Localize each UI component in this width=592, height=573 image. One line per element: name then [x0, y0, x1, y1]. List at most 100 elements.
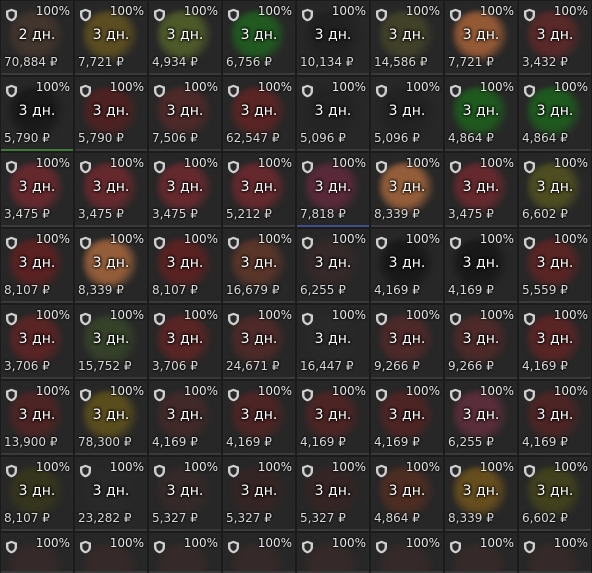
inventory-slot[interactable]: 100% — [75, 533, 147, 573]
inventory-slot[interactable]: 100% 3 дн. 8,339 ₽ — [371, 153, 443, 227]
currency-symbol: ₽ — [123, 511, 132, 525]
currency-symbol: ₽ — [560, 359, 568, 373]
inventory-slot[interactable]: 100% 3 дн. 9,266 ₽ — [371, 305, 443, 379]
inventory-slot[interactable]: 100% 3 дн. 3,432 ₽ — [519, 1, 591, 75]
inventory-slot[interactable]: 100% 3 дн. 5,327 ₽ — [297, 457, 369, 531]
inventory-slot[interactable]: 100% 3 дн. 4,864 ₽ — [371, 457, 443, 531]
item-price: 8,339 ₽ — [448, 511, 494, 525]
inventory-slot[interactable]: 100% 3 дн. 7,818 ₽ — [297, 153, 369, 227]
inventory-slot[interactable]: 100% 3 дн. 4,169 ₽ — [445, 229, 517, 303]
price-value: 62,547 — [226, 131, 268, 145]
inventory-slot[interactable]: 100% 3 дн. 5,096 ₽ — [297, 77, 369, 151]
durability-percent: 100% — [257, 536, 292, 550]
inventory-slot[interactable]: 100% — [149, 533, 221, 573]
inventory-slot[interactable]: 100% 3 дн. 16,679 ₽ — [223, 229, 295, 303]
shield-icon — [79, 311, 92, 326]
shield-icon — [5, 235, 18, 250]
rental-duration: 3 дн. — [18, 103, 56, 119]
inventory-slot[interactable]: 100% 3 дн. 4,934 ₽ — [149, 1, 221, 75]
inventory-slot[interactable]: 100% 3 дн. 4,169 ₽ — [519, 381, 591, 455]
inventory-slot[interactable]: 100% 3 дн. 4,169 ₽ — [223, 381, 295, 455]
price-value: 23,282 — [78, 511, 120, 525]
durability-percent: 100% — [35, 232, 70, 246]
inventory-slot[interactable]: 100% 3 дн. 6,756 ₽ — [223, 1, 295, 75]
inventory-slot[interactable]: 100% 3 дн. 6,602 ₽ — [519, 457, 591, 531]
inventory-slot[interactable]: 100% 3 дн. 6,602 ₽ — [519, 153, 591, 227]
inventory-slot[interactable]: 100% 3 дн. 4,169 ₽ — [297, 381, 369, 455]
inventory-slot[interactable]: 100% 3 дн. 15,752 ₽ — [75, 305, 147, 379]
currency-symbol: ₽ — [486, 55, 494, 69]
inventory-slot[interactable]: 100% 3 дн. 6,255 ₽ — [445, 381, 517, 455]
inventory-slot[interactable]: 100% 3 дн. 8,339 ₽ — [75, 229, 147, 303]
inventory-slot[interactable]: 100% 3 дн. 4,169 ₽ — [149, 381, 221, 455]
inventory-slot[interactable]: 100% 3 дн. 62,547 ₽ — [223, 77, 295, 151]
rental-duration: 3 дн. — [240, 255, 278, 271]
shield-icon — [153, 159, 166, 174]
inventory-slot[interactable]: 100% 3 дн. 4,169 ₽ — [371, 381, 443, 455]
inventory-slot[interactable]: 100% 3 дн. 4,169 ₽ — [519, 305, 591, 379]
price-value: 5,327 — [152, 511, 187, 525]
inventory-slot[interactable]: 100% 3 дн. 8,107 ₽ — [1, 229, 73, 303]
inventory-slot[interactable]: 100% 3 дн. 8,339 ₽ — [445, 457, 517, 531]
inventory-slot[interactable]: 100% 3 дн. 5,327 ₽ — [149, 457, 221, 531]
item-price: 15,752 ₽ — [78, 359, 131, 373]
inventory-slot[interactable]: 100% 3 дн. 7,506 ₽ — [149, 77, 221, 151]
price-value: 7,721 — [448, 55, 483, 69]
durability-percent: 100% — [331, 308, 366, 322]
inventory-slot[interactable]: 100% 3 дн. 4,864 ₽ — [519, 77, 591, 151]
inventory-slot[interactable]: 100% — [223, 533, 295, 573]
item-price: 7,721 ₽ — [448, 55, 494, 69]
inventory-slot[interactable]: 100% 3 дн. 3,475 ₽ — [1, 153, 73, 227]
durability-percent: 100% — [479, 460, 514, 474]
shield-icon — [449, 83, 462, 98]
inventory-slot[interactable]: 100% 3 дн. 24,671 ₽ — [223, 305, 295, 379]
inventory-slot[interactable]: 100% 3 дн. 5,212 ₽ — [223, 153, 295, 227]
rental-duration: 3 дн. — [388, 103, 426, 119]
shield-icon — [153, 539, 166, 554]
rental-duration: 3 дн. — [240, 483, 278, 499]
inventory-slot[interactable]: 100% 3 дн. 10,134 ₽ — [297, 1, 369, 75]
inventory-slot[interactable]: 100% — [297, 533, 369, 573]
inventory-slot[interactable]: 100% 2 дн. 70,884 ₽ — [1, 1, 73, 75]
inventory-slot[interactable]: 100% — [371, 533, 443, 573]
inventory-slot[interactable]: 100% 3 дн. 9,266 ₽ — [445, 305, 517, 379]
inventory-slot[interactable]: 100% 3 дн. 13,900 ₽ — [1, 381, 73, 455]
durability-percent: 100% — [183, 536, 218, 550]
inventory-slot[interactable]: 100% 3 дн. 8,107 ₽ — [1, 457, 73, 531]
price-value: 6,255 — [448, 435, 483, 449]
price-value: 3,706 — [4, 359, 39, 373]
inventory-slot[interactable]: 100% 3 дн. 6,255 ₽ — [297, 229, 369, 303]
inventory-slot[interactable]: 100% 3 дн. 5,327 ₽ — [223, 457, 295, 531]
inventory-slot[interactable]: 100% 3 дн. 7,721 ₽ — [445, 1, 517, 75]
inventory-slot[interactable]: 100% 3 дн. 3,706 ₽ — [149, 305, 221, 379]
currency-symbol: ₽ — [271, 131, 280, 145]
item-price: 8,107 ₽ — [4, 283, 50, 297]
item-price: 5,327 ₽ — [300, 511, 346, 525]
inventory-slot[interactable]: 100% 3 дн. 23,282 ₽ — [75, 457, 147, 531]
price-value: 3,475 — [448, 207, 483, 221]
inventory-slot[interactable]: 100% 3 дн. 3,475 ₽ — [75, 153, 147, 227]
inventory-slot[interactable]: 100% 3 дн. 8,107 ₽ — [149, 229, 221, 303]
durability-percent: 100% — [553, 232, 588, 246]
inventory-slot[interactable]: 100% — [445, 533, 517, 573]
inventory-slot[interactable]: 100% 3 дн. 5,559 ₽ — [519, 229, 591, 303]
inventory-slot[interactable]: 100% — [519, 533, 591, 573]
inventory-slot[interactable]: 100% 3 дн. 78,300 ₽ — [75, 381, 147, 455]
inventory-slot[interactable]: 100% 3 дн. 5,096 ₽ — [371, 77, 443, 151]
inventory-slot[interactable]: 100% 3 дн. 3,706 ₽ — [1, 305, 73, 379]
inventory-slot[interactable]: 100% 3 дн. 14,586 ₽ — [371, 1, 443, 75]
inventory-slot[interactable]: 100% — [1, 533, 73, 573]
inventory-slot[interactable]: 100% 3 дн. 5,790 ₽ — [75, 77, 147, 151]
shield-icon — [227, 463, 240, 478]
inventory-slot[interactable]: 100% 3 дн. 4,169 ₽ — [371, 229, 443, 303]
inventory-slot[interactable]: 100% 3 дн. 3,475 ₽ — [445, 153, 517, 227]
price-value: 6,756 — [226, 55, 261, 69]
price-value: 16,447 — [300, 359, 342, 373]
inventory-slot[interactable]: 100% 3 дн. 3,475 ₽ — [149, 153, 221, 227]
rental-duration: 3 дн. — [388, 179, 426, 195]
inventory-slot[interactable]: 100% 3 дн. 4,864 ₽ — [445, 77, 517, 151]
inventory-slot[interactable]: 100% 3 дн. 16,447 ₽ — [297, 305, 369, 379]
shield-icon — [375, 311, 388, 326]
inventory-slot[interactable]: 100% 3 дн. 5,790 ₽ — [1, 77, 73, 151]
inventory-slot[interactable]: 100% 3 дн. 7,721 ₽ — [75, 1, 147, 75]
